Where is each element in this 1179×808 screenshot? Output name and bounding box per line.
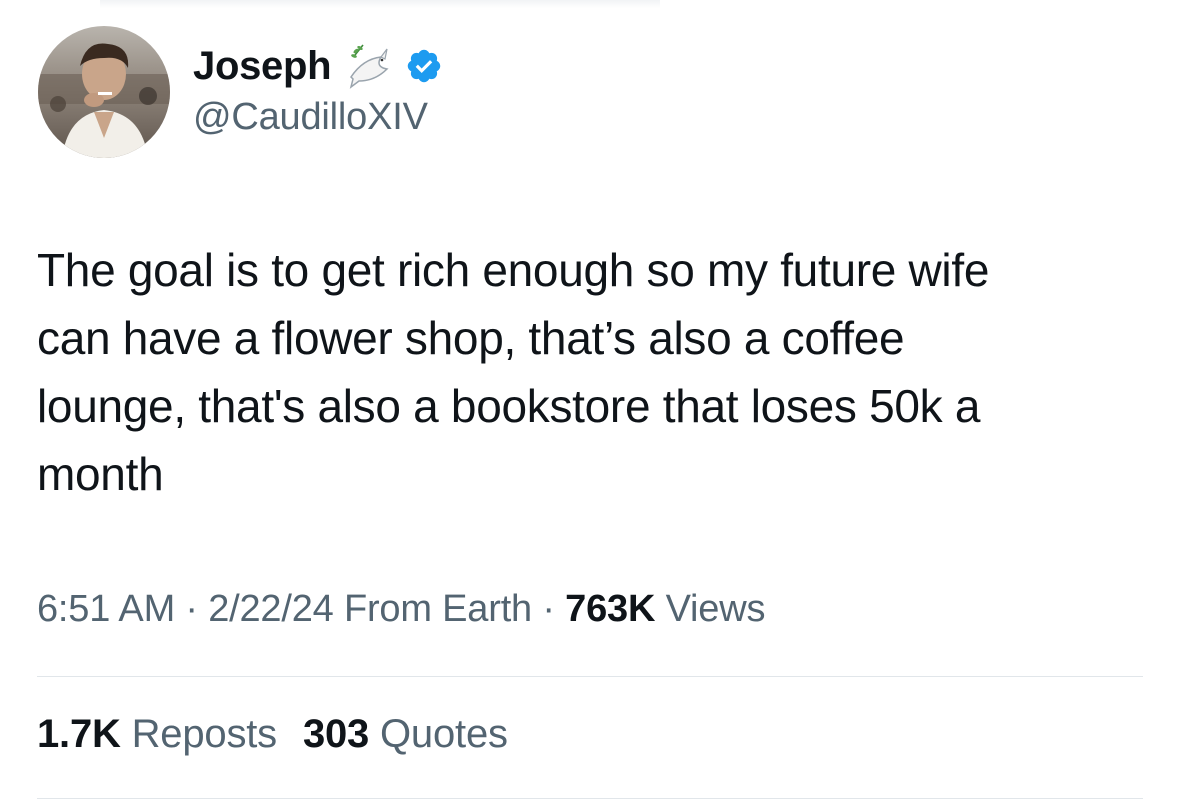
tweet-line: month	[37, 448, 164, 500]
dove-icon	[341, 39, 395, 93]
engagement-stats: 1.7K Reposts 303 Quotes	[37, 712, 508, 757]
reposts-count: 1.7K	[37, 712, 121, 756]
reposts-stat[interactable]: 1.7K Reposts	[37, 712, 277, 757]
verified-badge-icon	[405, 47, 443, 85]
tweet-line: lounge, that's also a bookstore that los…	[37, 380, 981, 432]
tweet-text: The goal is to get rich enough so my fut…	[37, 236, 1147, 508]
divider	[37, 676, 1143, 677]
separator-dot: ·	[532, 588, 566, 630]
avatar[interactable]	[38, 26, 170, 158]
top-edge-shadow	[100, 0, 660, 8]
divider	[37, 798, 1143, 799]
tweet-line: The goal is to get rich enough so my fut…	[37, 244, 990, 296]
views-count: 763K	[565, 588, 656, 630]
author-display-name[interactable]: Joseph	[193, 44, 332, 89]
tweet-card: Joseph @CaudilloXIV The goal is to get r…	[0, 0, 1179, 808]
reposts-label: Reposts	[120, 712, 278, 756]
tweet-line: can have a flower shop, that’s also a co…	[37, 312, 905, 364]
views-label: Views	[655, 588, 766, 630]
separator-dot: ·	[175, 588, 209, 630]
quotes-stat[interactable]: 303 Quotes	[303, 712, 508, 757]
tweet-meta-row: 6:51 AM · 2/22/24 From Earth · 763K View…	[37, 588, 765, 631]
author-handle[interactable]: @CaudilloXIV	[193, 96, 428, 139]
author-name-row: Joseph	[193, 38, 443, 94]
tweet-time[interactable]: 6:51 AM	[37, 588, 175, 630]
quotes-label: Quotes	[369, 712, 508, 756]
tweet-source: From Earth	[333, 588, 532, 630]
tweet-date[interactable]: 2/22/24	[208, 588, 334, 630]
quotes-count: 303	[302, 712, 370, 756]
